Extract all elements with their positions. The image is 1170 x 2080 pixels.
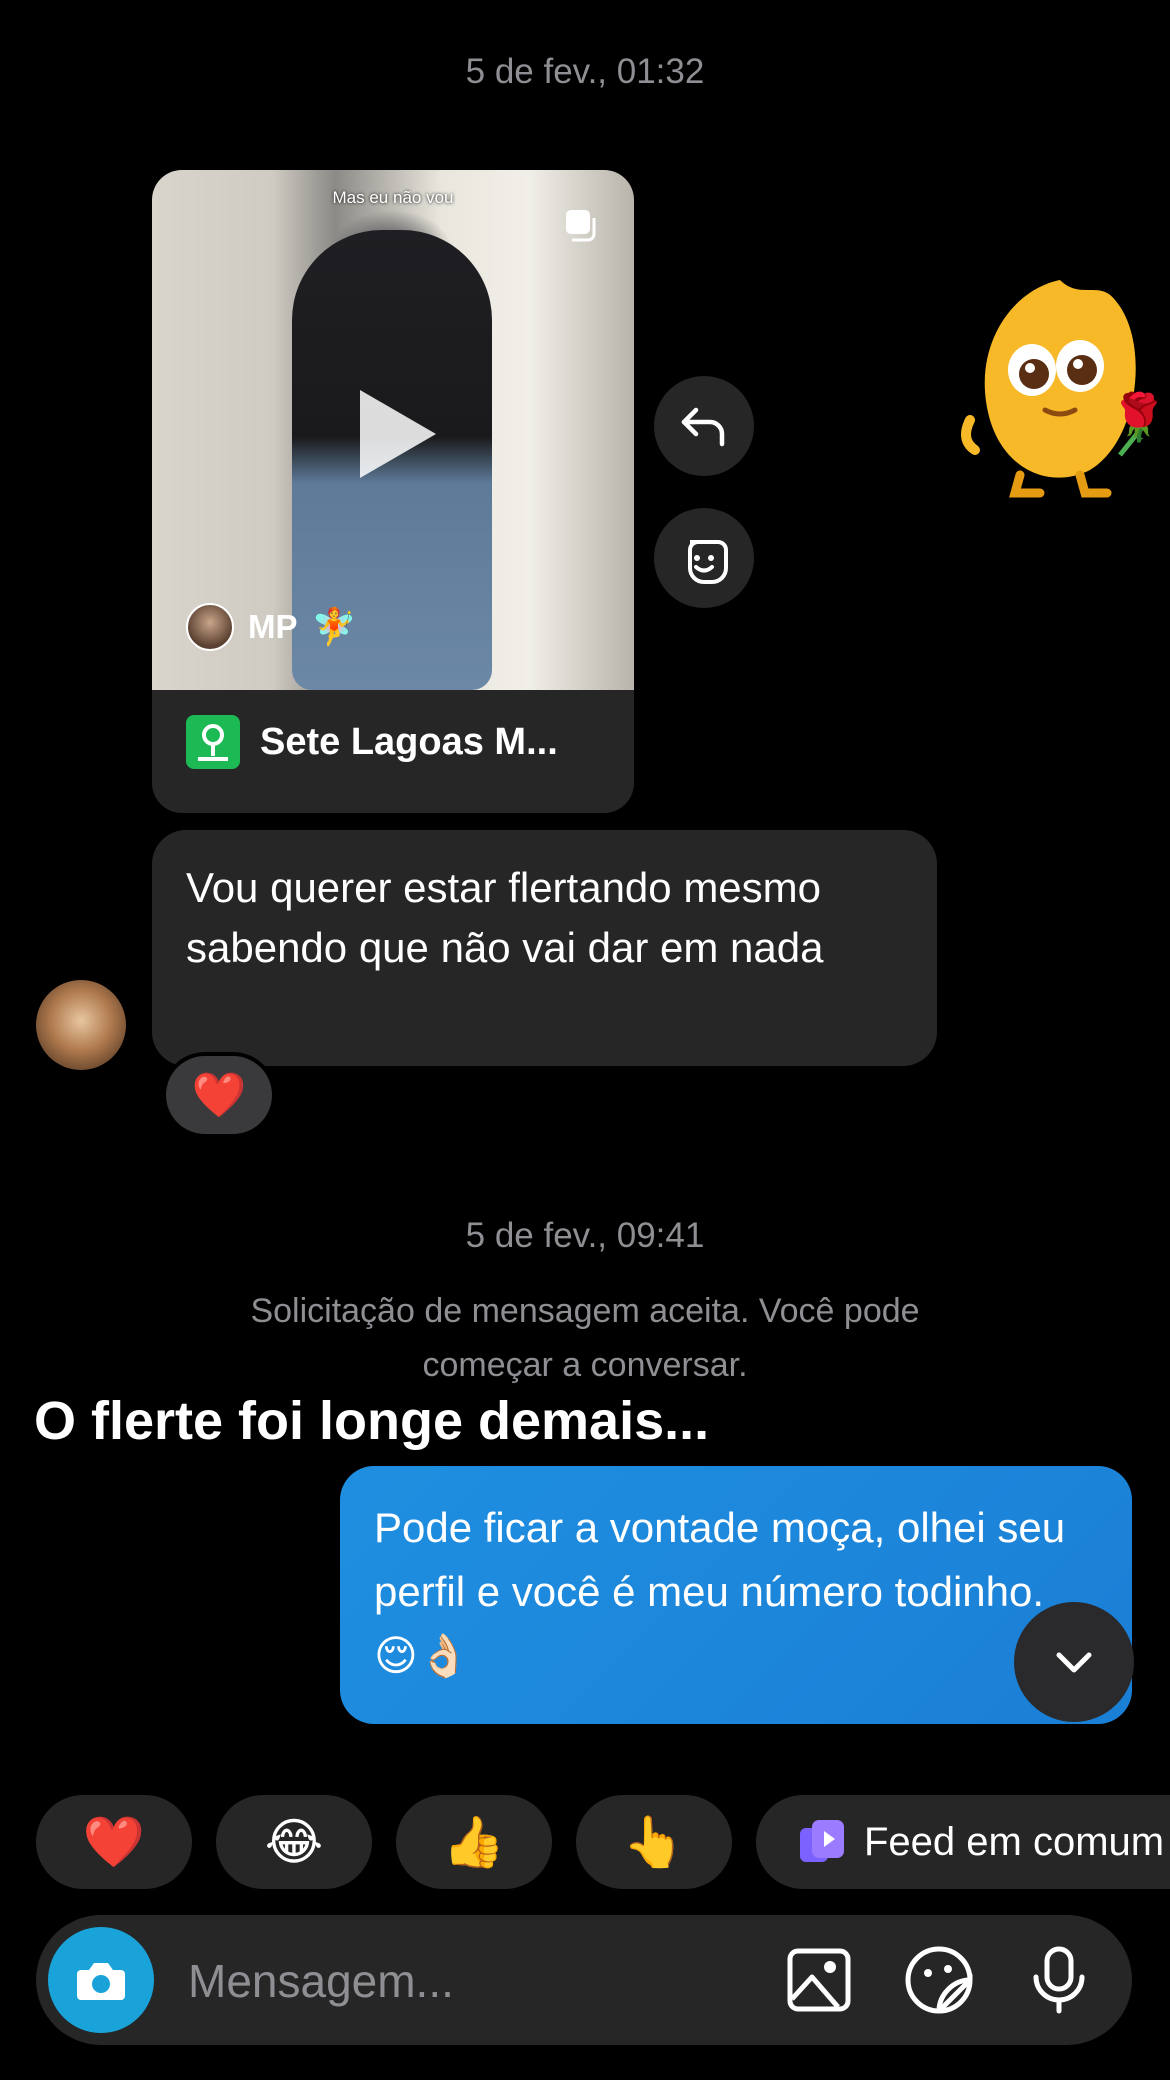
heart-reaction: ❤️ bbox=[191, 1071, 247, 1120]
author-avatar bbox=[186, 603, 234, 651]
post-location[interactable]: Sete Lagoas M... bbox=[186, 715, 558, 769]
mascot-sticker: 🌹 bbox=[950, 270, 1170, 500]
post-author[interactable]: MP 🧚 bbox=[186, 603, 356, 651]
shared-post-card[interactable]: Mas eu não vou MP 🧚 Sete Lagoas M... bbox=[152, 170, 634, 813]
sticker-button[interactable] bbox=[904, 1945, 974, 2015]
gallery-button[interactable] bbox=[784, 1945, 854, 2015]
quick-reaction-point-up[interactable]: 👆 bbox=[576, 1795, 732, 1889]
play-icon[interactable] bbox=[360, 390, 436, 478]
system-notice: Solicitação de mensagem aceita. Você pod… bbox=[250, 1292, 920, 1384]
carousel-icon bbox=[566, 210, 596, 242]
quick-reaction-thumbs-up[interactable]: 👍 bbox=[396, 1795, 552, 1889]
quick-reaction-laugh[interactable]: 😂 bbox=[216, 1795, 372, 1889]
message-composer bbox=[36, 1915, 1132, 2047]
post-thumbnail[interactable]: Mas eu não vou MP 🧚 bbox=[152, 170, 634, 690]
message-reaction[interactable]: ❤️ bbox=[162, 1052, 276, 1138]
gallery-icon bbox=[787, 1948, 851, 2012]
camera-icon bbox=[77, 1963, 125, 2000]
location-pin-icon bbox=[186, 715, 240, 769]
author-name: MP bbox=[248, 608, 298, 645]
timestamp: 5 de fev., 09:41 bbox=[465, 1216, 705, 1255]
sticker-icon bbox=[905, 1946, 973, 2014]
timestamp: 5 de fev., 01:32 bbox=[465, 52, 705, 91]
camera-button[interactable] bbox=[48, 1927, 154, 2033]
rose-emoji: 🌹 bbox=[1110, 391, 1168, 443]
feed-em-comum-chip[interactable]: Feed em comum bbox=[756, 1795, 1170, 1889]
reply-icon bbox=[681, 407, 725, 447]
quick-reaction-emoji: ❤️ bbox=[82, 1813, 146, 1870]
reply-button[interactable] bbox=[654, 376, 754, 476]
react-button[interactable] bbox=[654, 508, 754, 608]
microphone-icon bbox=[1033, 1946, 1085, 2014]
scroll-down-button[interactable] bbox=[1014, 1602, 1134, 1722]
shared-feed-icon bbox=[800, 1820, 844, 1862]
location-title: Sete Lagoas M... bbox=[260, 720, 558, 763]
fairy-emoji: 🧚 bbox=[311, 606, 357, 647]
outgoing-message[interactable]: Pode ficar a vontade moça, olhei seu per… bbox=[340, 1466, 1132, 1724]
chevron-down-icon bbox=[1056, 1652, 1092, 1673]
smiley-icon bbox=[688, 540, 728, 584]
post-caption: Mas eu não vou bbox=[332, 188, 454, 207]
sender-avatar[interactable] bbox=[36, 980, 126, 1070]
quick-reaction-heart[interactable]: ❤️ bbox=[36, 1795, 192, 1889]
quick-reaction-emoji: 😂 bbox=[264, 1814, 324, 1870]
incoming-message-text: Vou querer estar flertando mesmo sabendo… bbox=[186, 864, 824, 971]
message-input[interactable] bbox=[186, 1915, 750, 2047]
quick-reaction-emoji: 👆 bbox=[622, 1813, 686, 1870]
feed-chip-label: Feed em comum bbox=[864, 1819, 1165, 1864]
outgoing-message-text: Pode ficar a vontade moça, olhei seu per… bbox=[374, 1504, 1066, 1679]
incoming-message[interactable]: Vou querer estar flertando mesmo sabendo… bbox=[152, 830, 937, 1066]
overlay-caption: O flerte foi longe demais... bbox=[34, 1391, 710, 1451]
quick-reaction-emoji: 👍 bbox=[442, 1813, 506, 1870]
microphone-button[interactable] bbox=[1024, 1945, 1094, 2015]
